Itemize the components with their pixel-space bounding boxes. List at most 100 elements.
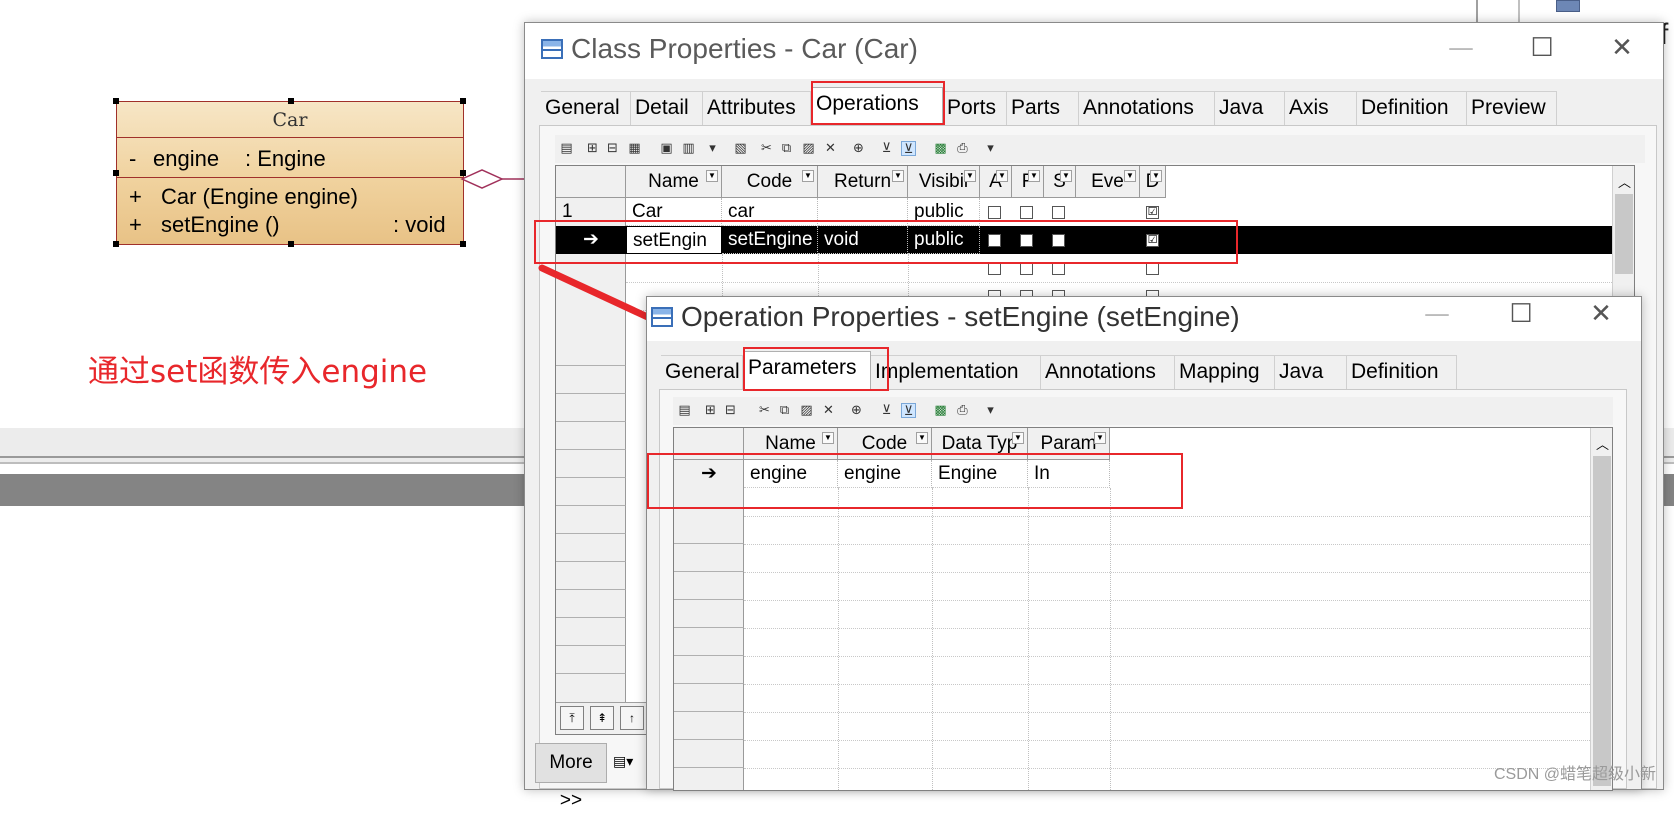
tab-implementation[interactable]: Implementation xyxy=(871,355,1041,389)
filter-toggle-icon[interactable]: ⊻ xyxy=(901,141,916,157)
filter-toggle-icon[interactable]: ⊻ xyxy=(901,403,916,419)
tab-detail[interactable]: Detail xyxy=(631,91,703,125)
insert-row-icon[interactable]: ⊞ xyxy=(585,141,600,156)
tab-mapping[interactable]: Mapping xyxy=(1175,355,1275,389)
maximize-button[interactable]: ☐ xyxy=(1522,33,1562,63)
scrollbar-thumb[interactable] xyxy=(1615,194,1633,274)
filter-icon[interactable]: ⊻ xyxy=(879,403,894,418)
scrollbar-thumb[interactable] xyxy=(1593,456,1611,786)
close-button[interactable]: ✕ xyxy=(1602,33,1642,63)
insert-row-icon[interactable]: ⊞ xyxy=(703,403,718,418)
excel-export-icon[interactable]: ▩ xyxy=(933,403,948,418)
close-button[interactable]: ✕ xyxy=(1581,299,1621,329)
minimize-button[interactable]: — xyxy=(1417,299,1457,329)
column-header-name[interactable]: Name ▼ xyxy=(626,166,722,198)
tab-preview[interactable]: Preview xyxy=(1467,91,1557,125)
chevron-down-icon[interactable]: ▼ xyxy=(802,170,814,182)
selection-handle[interactable] xyxy=(288,241,294,247)
tab-ports[interactable]: Ports xyxy=(943,91,1007,125)
chevron-down-icon[interactable]: ▼ xyxy=(892,170,904,182)
tab-definition[interactable]: Definition xyxy=(1347,355,1457,389)
dropdown-icon[interactable]: ▾ xyxy=(983,141,998,156)
excel-export-icon[interactable]: ▩ xyxy=(933,141,948,156)
column-header-visibility[interactable]: Visibil ▼ xyxy=(908,166,980,198)
chevron-down-icon[interactable]: ▼ xyxy=(1150,170,1162,182)
more-button[interactable]: More >> xyxy=(535,743,607,811)
properties-icon[interactable]: ▤ xyxy=(559,141,574,156)
chevron-down-icon[interactable]: ▼ xyxy=(1094,432,1106,444)
copy-object-icon[interactable]: ▣ xyxy=(659,141,674,156)
copy-icon[interactable]: ⧉ xyxy=(777,403,792,418)
chevron-up-icon[interactable]: ︿ xyxy=(1618,172,1631,191)
page-options-icon[interactable]: ▤▾ xyxy=(613,753,633,770)
column-header-static[interactable]: S▼ xyxy=(1044,166,1076,198)
delete-icon[interactable]: ✕ xyxy=(821,403,836,418)
chevron-down-icon[interactable]: ▼ xyxy=(1060,170,1072,182)
chevron-down-icon[interactable]: ▼ xyxy=(1124,170,1136,182)
add-row-icon[interactable]: ⊟ xyxy=(723,403,738,418)
tab-axis[interactable]: Axis xyxy=(1285,91,1357,125)
uml-class-car[interactable]: Car - engine : Engine + Car (Engine engi… xyxy=(113,98,466,247)
selection-handle[interactable] xyxy=(288,98,294,104)
tab-java[interactable]: Java xyxy=(1215,91,1285,125)
tab-java[interactable]: Java xyxy=(1275,355,1347,389)
column-header-d[interactable]: D▼ xyxy=(1140,166,1166,198)
paste-icon[interactable]: ▨ xyxy=(801,141,816,156)
chevron-down-icon[interactable]: ▼ xyxy=(822,432,834,444)
chevron-down-icon[interactable]: ▼ xyxy=(1012,432,1024,444)
minimize-button[interactable]: — xyxy=(1441,33,1481,63)
checkbox-static[interactable] xyxy=(1052,206,1065,219)
find-icon[interactable]: ⊕ xyxy=(851,141,866,156)
selection-handle[interactable] xyxy=(113,241,119,247)
selection-handle[interactable] xyxy=(460,241,466,247)
checkbox-final[interactable] xyxy=(1020,206,1033,219)
chevron-down-icon[interactable]: ▼ xyxy=(706,170,718,182)
checkbox-d[interactable]: ☑ xyxy=(1146,206,1159,219)
chevron-down-icon[interactable]: ▼ xyxy=(1028,170,1040,182)
tab-definition[interactable]: Definition xyxy=(1357,91,1467,125)
maximize-button[interactable]: ☐ xyxy=(1501,299,1541,329)
export-icon[interactable]: ▧ xyxy=(733,141,748,156)
column-header-code[interactable]: Code ▼ xyxy=(722,166,818,198)
chevron-down-icon[interactable]: ▼ xyxy=(964,170,976,182)
checkbox-abstract[interactable] xyxy=(988,206,1001,219)
column-header-event[interactable]: Eve ▼ xyxy=(1076,166,1140,198)
chevron-down-icon[interactable]: ▼ xyxy=(916,432,928,444)
move-up-button[interactable]: ↑ xyxy=(620,706,644,730)
column-header-return[interactable]: Return ▼ xyxy=(818,166,908,198)
find-icon[interactable]: ⊕ xyxy=(849,403,864,418)
tab-general[interactable]: General xyxy=(541,91,631,125)
properties-icon[interactable]: ▤ xyxy=(677,403,692,418)
tab-parts[interactable]: Parts xyxy=(1007,91,1079,125)
column-header-final[interactable]: F▼ xyxy=(1012,166,1044,198)
vertical-scrollbar[interactable]: ︿ xyxy=(1590,428,1612,790)
titlebar[interactable]: Class Properties - Car (Car) — ☐ ✕ xyxy=(525,23,1663,79)
paste-icon[interactable]: ▨ xyxy=(799,403,814,418)
titlebar[interactable]: Operation Properties - setEngine (setEng… xyxy=(647,297,1641,341)
print-icon[interactable]: ⎙ xyxy=(955,141,970,156)
filter-icon[interactable]: ⊻ xyxy=(879,141,894,156)
dropdown-icon[interactable]: ▾ xyxy=(983,403,998,418)
dropdown-icon[interactable]: ▾ xyxy=(705,141,720,156)
selection-handle[interactable] xyxy=(460,98,466,104)
tab-general[interactable]: General xyxy=(661,355,743,389)
chevron-down-icon[interactable]: ▼ xyxy=(996,170,1008,182)
tab-attributes[interactable]: Attributes xyxy=(703,91,811,125)
print-icon[interactable]: ⎙ xyxy=(955,403,970,418)
move-top-button[interactable]: ⤒ xyxy=(560,706,584,730)
column-header-abstract[interactable]: A▼ xyxy=(980,166,1012,198)
selection-handle[interactable] xyxy=(113,170,119,176)
delete-icon[interactable]: ✕ xyxy=(823,141,838,156)
aggregation-link[interactable] xyxy=(460,164,530,194)
page-up-button[interactable]: ⇞ xyxy=(590,706,614,730)
add-rows-icon[interactable]: ▦ xyxy=(627,141,642,156)
tab-annotations[interactable]: Annotations xyxy=(1079,91,1215,125)
cut-icon[interactable]: ✂ xyxy=(759,141,774,156)
cut-icon[interactable]: ✂ xyxy=(757,403,772,418)
tab-annotations[interactable]: Annotations xyxy=(1041,355,1175,389)
copy-icon[interactable]: ⧉ xyxy=(779,141,794,156)
override-icon[interactable]: ▥ xyxy=(681,141,696,156)
add-row-icon[interactable]: ⊟ xyxy=(605,141,620,156)
selection-handle[interactable] xyxy=(113,98,119,104)
chevron-up-icon[interactable]: ︿ xyxy=(1596,434,1609,453)
